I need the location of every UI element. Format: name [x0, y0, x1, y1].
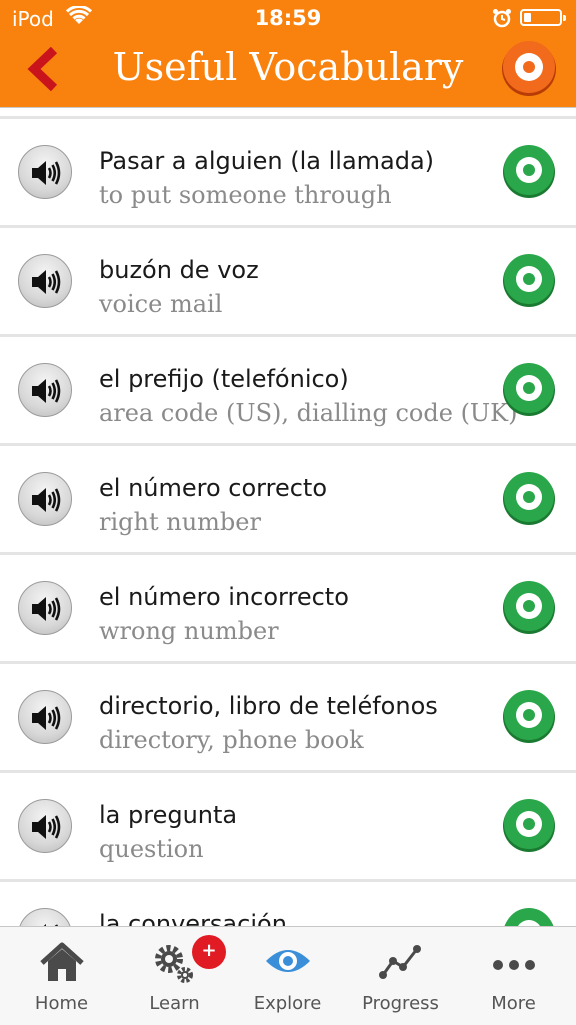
- tab-bar: Home Learn + Explore Progress More: [0, 926, 576, 1025]
- speaker-icon: [32, 706, 61, 730]
- target-icon: [503, 799, 555, 852]
- play-audio-button[interactable]: [18, 908, 72, 926]
- tab-label: Home: [34, 993, 89, 1014]
- list-item: el prefijo (telefónico) area code (US), …: [0, 337, 576, 446]
- learned-toggle[interactable]: [502, 797, 556, 852]
- learned-toggle[interactable]: [502, 579, 556, 634]
- tab-explore[interactable]: Explore: [230, 927, 345, 1025]
- speaker-icon: [32, 488, 61, 512]
- status-time: 18:59: [254, 6, 322, 30]
- ellipsis-icon: [456, 941, 571, 985]
- learned-toggle[interactable]: [502, 361, 556, 416]
- speaker-icon: [32, 597, 61, 621]
- top-header: iPod 18:59 Useful Vocabulary: [0, 0, 576, 108]
- mark-all-button[interactable]: [501, 40, 557, 96]
- learned-toggle[interactable]: [502, 688, 556, 743]
- vocab-translation: question: [99, 835, 204, 863]
- vocab-term: la pregunta: [99, 801, 238, 829]
- target-icon: [503, 690, 555, 743]
- play-audio-button[interactable]: [18, 690, 72, 744]
- list-item: la conversación: [0, 882, 576, 926]
- home-icon: [4, 941, 119, 987]
- play-audio-button[interactable]: [18, 581, 72, 635]
- eye-icon: [230, 941, 345, 985]
- status-bar: iPod 18:59: [0, 0, 576, 38]
- vocab-term: la conversación: [99, 910, 287, 926]
- play-audio-button[interactable]: [18, 472, 72, 526]
- vocab-term: el número incorrecto: [99, 583, 349, 611]
- list-item: buzón de voz voice mail: [0, 228, 576, 337]
- battery-icon: [520, 9, 566, 26]
- tab-home[interactable]: Home: [4, 927, 119, 1025]
- play-audio-button[interactable]: [18, 363, 72, 417]
- target-icon: [503, 363, 555, 416]
- page-title: Useful Vocabulary: [112, 45, 464, 89]
- vocabulary-list[interactable]: Pasar a alguien (la llamada) to put some…: [0, 108, 576, 926]
- list-item: directorio, libro de teléfonos directory…: [0, 664, 576, 773]
- target-icon: [503, 145, 555, 198]
- vocab-term: Pasar a alguien (la llamada): [99, 147, 435, 175]
- vocab-translation: wrong number: [99, 617, 279, 645]
- learned-toggle[interactable]: [502, 906, 556, 926]
- list-divider: [0, 108, 576, 119]
- vocab-term: buzón de voz: [99, 256, 259, 284]
- tab-progress[interactable]: Progress: [343, 927, 458, 1025]
- speaker-icon: [32, 379, 61, 403]
- progress-graph-icon: [343, 941, 458, 985]
- tab-more[interactable]: More: [456, 927, 571, 1025]
- target-icon: [503, 254, 555, 307]
- vocab-term: el prefijo (telefónico): [99, 365, 349, 393]
- learned-toggle[interactable]: [502, 252, 556, 307]
- vocab-translation: area code (US), dialling code (UK): [99, 399, 518, 427]
- learned-toggle[interactable]: [502, 470, 556, 525]
- tab-label: Learn: [149, 993, 200, 1014]
- play-audio-button[interactable]: [18, 145, 72, 199]
- list-item: el número incorrecto wrong number: [0, 555, 576, 664]
- vocab-translation: directory, phone book: [99, 726, 364, 754]
- vocab-translation: right number: [99, 508, 261, 536]
- target-icon: [502, 41, 556, 96]
- target-icon: [504, 908, 554, 926]
- vocab-translation: to put someone through: [99, 181, 392, 209]
- vocab-term: directorio, libro de teléfonos: [99, 692, 438, 720]
- tab-label: Progress: [362, 993, 439, 1014]
- vocab-term: el número correcto: [99, 474, 327, 502]
- speaker-icon: [32, 270, 61, 294]
- tab-label: More: [491, 993, 536, 1014]
- speaker-icon: [32, 161, 61, 185]
- tab-label: Explore: [253, 993, 322, 1014]
- list-item: el número correcto right number: [0, 446, 576, 555]
- notification-badge: +: [192, 935, 226, 969]
- list-item: la pregunta question: [0, 773, 576, 882]
- target-icon: [503, 472, 555, 525]
- learned-toggle[interactable]: [502, 143, 556, 198]
- play-audio-button[interactable]: [18, 254, 72, 308]
- target-icon: [503, 581, 555, 634]
- alarm-icon: [492, 8, 512, 32]
- vocab-translation: voice mail: [99, 290, 223, 318]
- play-audio-button[interactable]: [18, 799, 72, 853]
- list-item: Pasar a alguien (la llamada) to put some…: [0, 119, 576, 228]
- speaker-icon: [32, 815, 61, 839]
